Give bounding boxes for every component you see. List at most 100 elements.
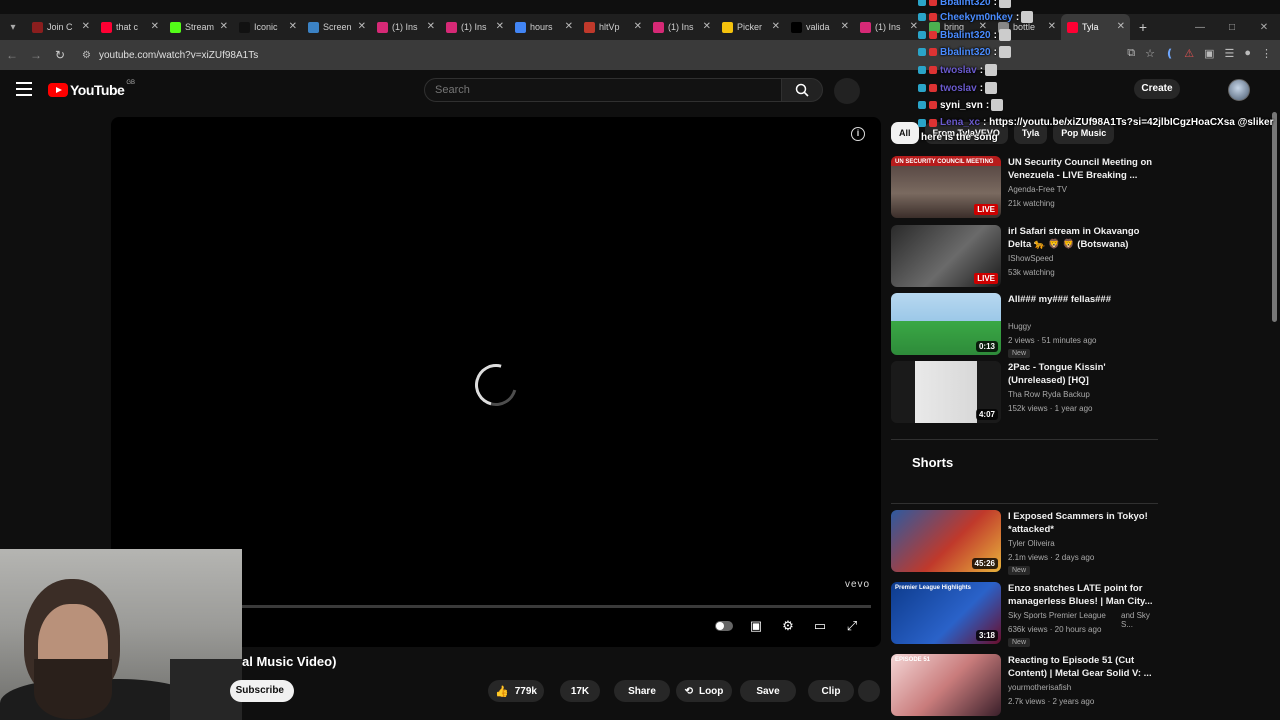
settings-gear-icon[interactable]: ⚙ — [779, 617, 797, 635]
browser-tab[interactable]: hours ✕ — [509, 14, 578, 40]
tab-close-icon[interactable]: ✕ — [703, 21, 711, 32]
thumbs-up-icon: 👍 — [495, 685, 509, 698]
chat-emote-icon — [985, 82, 998, 94]
loading-spinner-icon — [467, 356, 525, 414]
video-card[interactable]: LIVE irl Safari stream in Okavango Delta … — [891, 225, 1161, 287]
tab-close-icon[interactable]: ✕ — [289, 21, 297, 32]
duration-badge: 4:07 — [975, 409, 998, 420]
browser-tab[interactable]: Join C ✕ — [26, 14, 95, 40]
video-title[interactable]: Reacting to Episode 51 (Cut Content) | M… — [1008, 654, 1158, 680]
tab-close-icon[interactable]: ✕ — [358, 21, 366, 32]
tab-close-icon[interactable]: ✕ — [427, 21, 435, 32]
tab-close-icon[interactable]: ✕ — [220, 21, 228, 32]
video-card[interactable]: 0:13 All### my### fellas### Huggy 2 views ·… — [891, 293, 1161, 358]
theater-mode-icon[interactable]: ▭ — [811, 617, 829, 635]
chat-username: twoslav — [940, 82, 977, 94]
channel-name[interactable]: Sky Sports Premier League — [1008, 611, 1106, 620]
tab-close-icon[interactable]: ✕ — [841, 21, 849, 32]
browser-tab[interactable]: Stream ✕ — [164, 14, 233, 40]
browser-tab[interactable]: (1) Ins ✕ — [440, 14, 509, 40]
channel-name[interactable]: Tyler Oliveira — [1008, 539, 1055, 548]
chat-message: Cheekym0nkey: — [918, 11, 1034, 23]
tab-close-icon[interactable]: ✕ — [634, 21, 642, 32]
video-thumbnail[interactable]: EPISODE 51 — [891, 654, 1001, 716]
tab-title: Join C — [47, 22, 73, 32]
save-button[interactable]: Save — [740, 680, 796, 702]
channel-name[interactable]: Huggy — [1008, 322, 1031, 331]
clip-button[interactable]: Clip — [808, 680, 854, 702]
chat-text: : — [979, 64, 984, 76]
browser-tab[interactable]: hltVp ✕ — [578, 14, 647, 40]
browser-tab[interactable]: that c ✕ — [95, 14, 164, 40]
video-title[interactable]: Enzo snatches LATE point for managerless… — [1008, 582, 1158, 608]
tab-close-icon[interactable]: ✕ — [910, 21, 918, 32]
thumbnail-caption: UN SECURITY COUNCIL MEETING — [895, 159, 994, 165]
search-input[interactable] — [424, 78, 782, 102]
chat-emote-icon — [998, 29, 1011, 41]
chat-emote-icon — [998, 0, 1011, 8]
subtitles-icon[interactable]: ▣ — [747, 617, 765, 635]
tab-close-icon[interactable]: ✕ — [82, 21, 90, 32]
video-title[interactable]: I Exposed Scammers in Tokyo! *attacked* — [1008, 510, 1158, 536]
chat-badge-icon — [929, 84, 937, 92]
browser-tab[interactable]: Picker ✕ — [716, 14, 785, 40]
chat-badge-icon — [918, 31, 926, 39]
tab-close-icon[interactable]: ✕ — [772, 21, 780, 32]
browser-tab[interactable]: Screen ✕ — [302, 14, 371, 40]
video-thumbnail[interactable]: UN SECURITY COUNCIL MEETING LIVE — [891, 156, 1001, 218]
video-thumbnail[interactable]: 0:13 — [891, 293, 1001, 355]
video-card[interactable]: UN SECURITY COUNCIL MEETING LIVE UN Securi… — [891, 156, 1161, 218]
chat-badge-icon — [929, 66, 937, 74]
video-thumbnail[interactable]: Premier League Highlights 3:18 — [891, 582, 1001, 644]
channel-name[interactable]: Tha Row Ryda Backup — [1008, 390, 1090, 399]
video-thumbnail[interactable]: LIVE — [891, 225, 1001, 287]
progress-bar[interactable] — [241, 605, 871, 608]
video-thumbnail[interactable]: 4:07 — [891, 361, 1001, 423]
video-meta: 53k watching — [1008, 268, 1055, 277]
video-card[interactable]: EPISODE 51 Reacting to Episode 51 (Cut Co… — [891, 654, 1161, 716]
channel-name[interactable]: yourmotherisafish — [1008, 683, 1071, 692]
browser-tab[interactable]: (1) Ins ✕ — [854, 14, 923, 40]
video-card[interactable]: 4:07 2Pac - Tongue Kissin' (Unreleased) [… — [891, 361, 1161, 423]
chat-message: Bbalint320: — [918, 29, 1011, 41]
youtube-logo[interactable]: YouTube GB — [48, 80, 135, 98]
like-button[interactable]: 👍 779k — [488, 680, 544, 702]
autoplay-toggle[interactable] — [715, 617, 733, 635]
browser-tab[interactable]: valida ✕ — [785, 14, 854, 40]
tab-close-icon[interactable]: ✕ — [496, 21, 504, 32]
divider — [891, 503, 1158, 504]
video-thumbnail[interactable]: 45:26 — [891, 510, 1001, 572]
channel-name[interactable]: IShowSpeed — [1008, 254, 1053, 263]
video-title[interactable]: UN Security Council Meeting on Venezuela… — [1008, 156, 1158, 182]
tab-favicon-icon — [446, 21, 457, 33]
voice-search-button[interactable] — [834, 78, 860, 104]
browser-tab[interactable]: (1) Ins ✕ — [371, 14, 440, 40]
share-button[interactable]: Share — [614, 680, 670, 702]
video-title[interactable]: 2Pac - Tongue Kissin' (Unreleased) [HQ] — [1008, 361, 1158, 387]
tab-search-chevron-icon[interactable]: ▾ — [0, 14, 26, 40]
loop-button[interactable]: ⟲ Loop — [676, 680, 732, 702]
chat-message: Lena_xc: https://youtu.be/xiZUf98A1Ts?si… — [918, 117, 1274, 128]
site-info-icon[interactable]: ⚙ — [82, 50, 91, 61]
channel-name[interactable]: Agenda-Free TV — [1008, 185, 1067, 194]
menu-hamburger-icon[interactable] — [16, 82, 32, 96]
filter-chip[interactable]: All — [891, 122, 919, 144]
subscribe-button[interactable]: Subscribe — [230, 680, 294, 702]
info-icon[interactable]: i — [851, 127, 865, 141]
video-title[interactable]: irl Safari stream in Okavango Delta 🐆 🦁 … — [1008, 225, 1158, 251]
forward-icon[interactable]: → — [24, 48, 48, 62]
comments-count-button[interactable]: 17K — [560, 680, 600, 702]
fullscreen-icon[interactable]: ⤢ — [843, 617, 861, 635]
video-card[interactable]: 45:26 I Exposed Scammers in Tokyo! *attac… — [891, 510, 1161, 575]
tab-close-icon[interactable]: ✕ — [151, 21, 159, 32]
back-icon[interactable]: ← — [0, 48, 24, 62]
chat-badge-icon — [918, 84, 926, 92]
tab-close-icon[interactable]: ✕ — [565, 21, 573, 32]
more-actions-button[interactable] — [858, 680, 880, 702]
video-card[interactable]: Premier League Highlights 3:18 Enzo snatch… — [891, 582, 1161, 647]
reload-icon[interactable]: ↻ — [48, 48, 72, 62]
search-button[interactable] — [781, 78, 823, 102]
browser-tab[interactable]: Iconic ✕ — [233, 14, 302, 40]
video-title[interactable]: All### my### fellas### — [1008, 293, 1158, 306]
browser-tab[interactable]: (1) Ins ✕ — [647, 14, 716, 40]
